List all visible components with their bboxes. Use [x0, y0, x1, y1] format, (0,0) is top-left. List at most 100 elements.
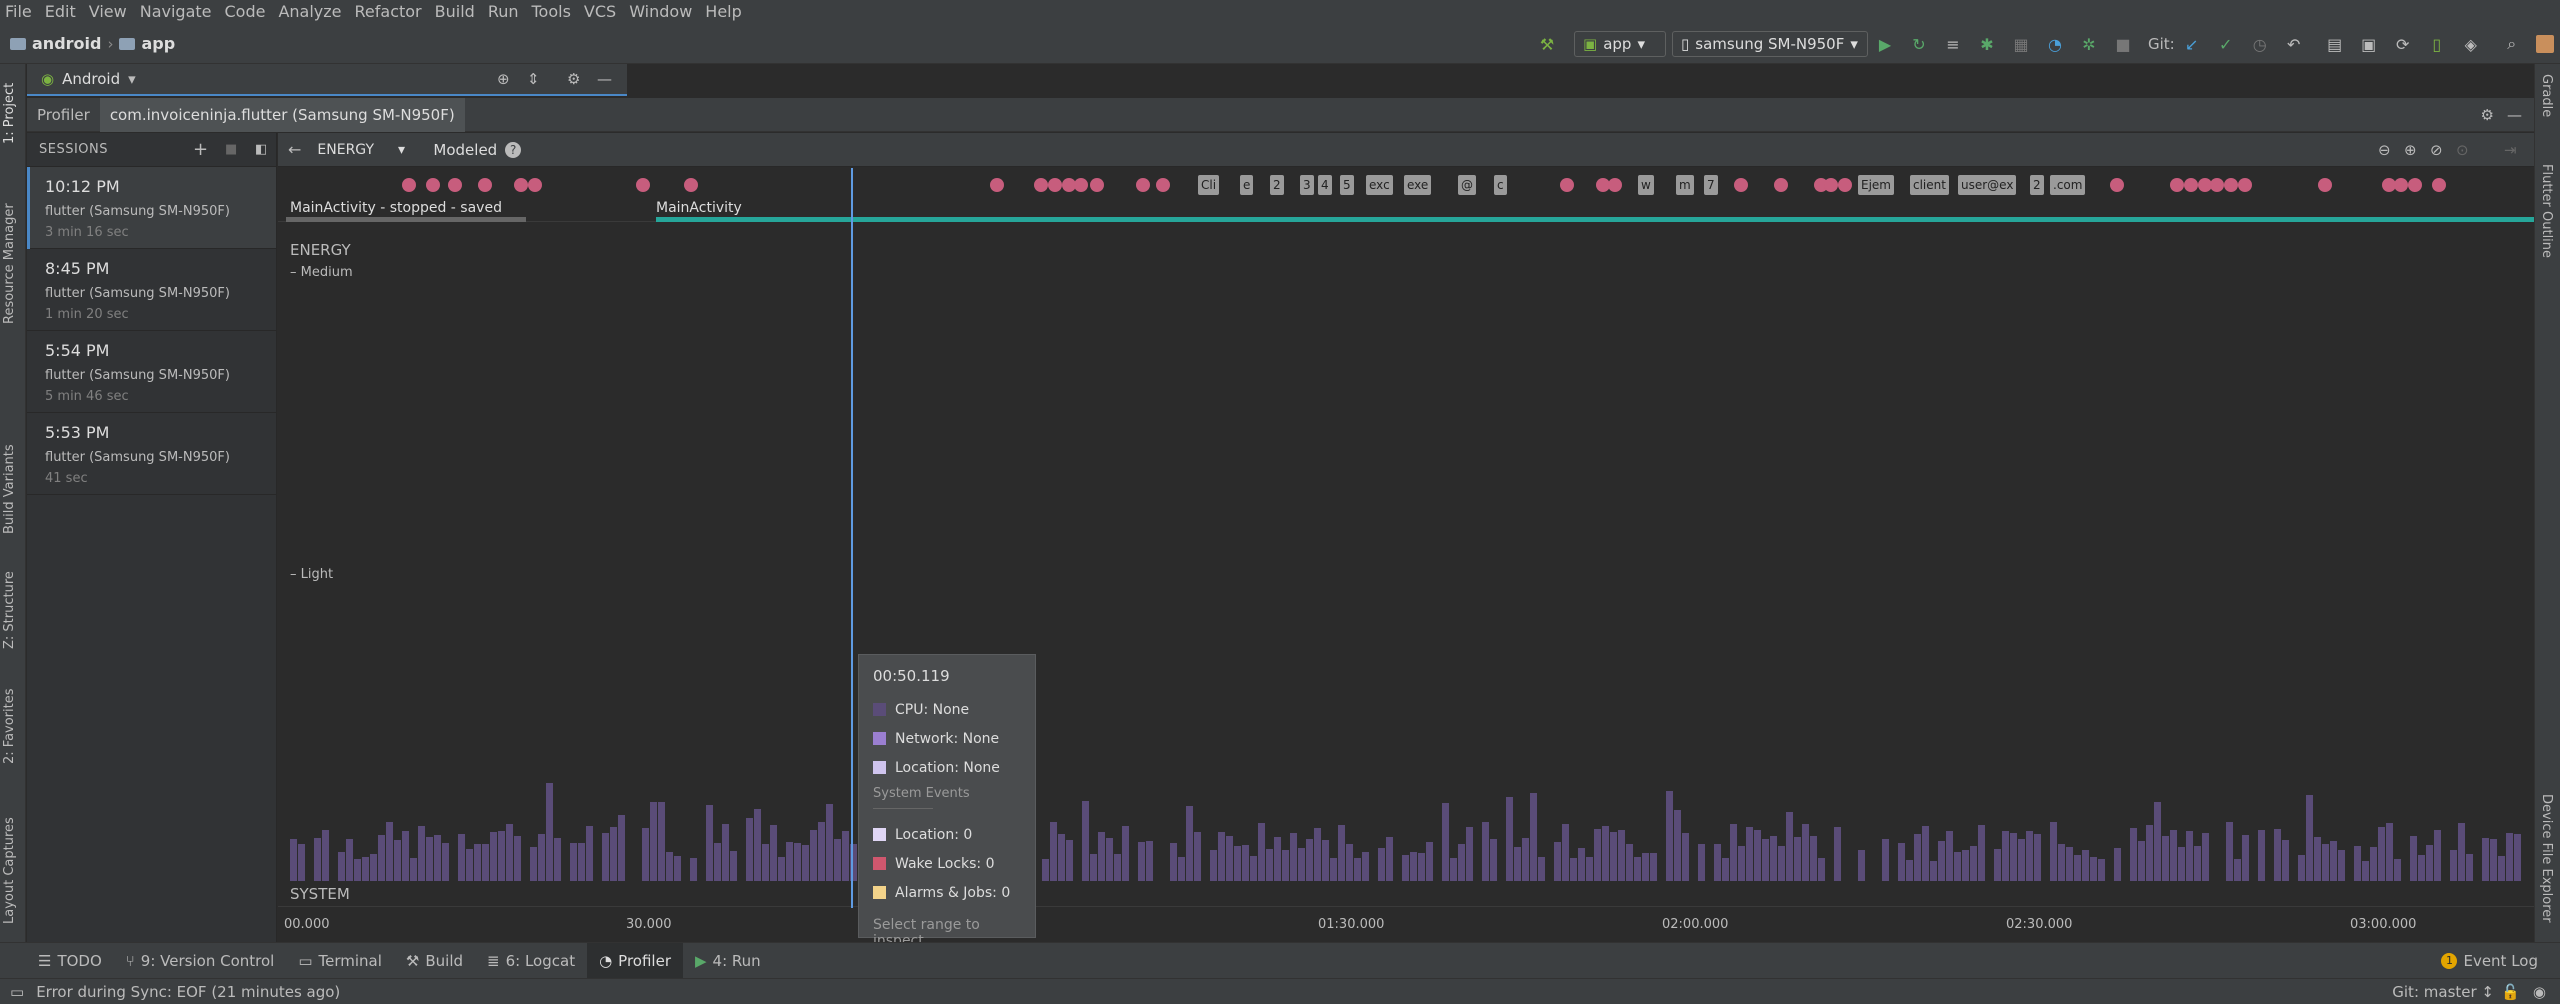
- collapse-all-icon[interactable]: ⇕: [527, 70, 540, 88]
- tool-tab-device-file-explorer[interactable]: Device File Explorer: [2539, 794, 2554, 923]
- session-item[interactable]: 8:45 PM flutter (Samsung SM-N950F) 1 min…: [27, 249, 276, 331]
- tool-tab-layout-captures[interactable]: Layout Captures: [2, 814, 17, 924]
- menu-help[interactable]: Help: [700, 0, 746, 24]
- menu-vcs[interactable]: VCS: [579, 0, 621, 24]
- level-light-label: – Light: [290, 567, 334, 582]
- rollback-icon[interactable]: ↶: [2284, 34, 2304, 54]
- timeline-cursor[interactable]: [851, 168, 853, 908]
- tool-tab-gradle[interactable]: Gradle: [2539, 74, 2554, 117]
- tool-tab-project[interactable]: 1: Project: [2, 74, 17, 144]
- add-session-icon[interactable]: +: [193, 139, 209, 160]
- session-item[interactable]: 5:53 PM flutter (Samsung SM-N950F) 41 se…: [27, 413, 276, 495]
- session-item[interactable]: 5:54 PM flutter (Samsung SM-N950F) 5 min…: [27, 331, 276, 413]
- tool-tab-resource-manager[interactable]: Resource Manager: [2, 184, 17, 324]
- toggle-panel-icon[interactable]: ◧: [255, 142, 268, 157]
- minimize-icon[interactable]: —: [597, 70, 612, 88]
- status-message[interactable]: Error during Sync: EOF (21 minutes ago): [36, 983, 340, 1001]
- tool-tab-flutter-outline[interactable]: Flutter Outline: [2539, 164, 2554, 258]
- minimize-icon[interactable]: —: [2507, 106, 2522, 124]
- session-item[interactable]: 10:12 PM flutter (Samsung SM-N950F) 3 mi…: [27, 167, 276, 249]
- tab-process[interactable]: com.invoiceninja.flutter (Samsung SM-N95…: [99, 97, 465, 132]
- menu-edit[interactable]: Edit: [40, 0, 81, 24]
- gear-icon[interactable]: ⚙: [567, 70, 580, 88]
- pause-icon[interactable]: ⊙: [2456, 141, 2469, 159]
- apply-changes-icon[interactable]: ↻: [1909, 34, 1929, 54]
- menu-tools[interactable]: Tools: [527, 0, 576, 24]
- stop-session-icon[interactable]: ■: [225, 142, 238, 157]
- menu-build[interactable]: Build: [430, 0, 480, 24]
- tool-tab-version-control[interactable]: ⑂ 9: Version Control: [114, 943, 287, 979]
- energy-bar: [2370, 847, 2377, 881]
- search-icon[interactable]: ⌕: [2502, 34, 2522, 54]
- energy-bar: [2386, 823, 2393, 881]
- tool-tab-run[interactable]: ▶ 4: Run: [683, 943, 773, 979]
- git-update-icon[interactable]: ↙: [2182, 34, 2202, 54]
- chevron-down-icon[interactable]: ▾: [128, 70, 136, 88]
- avd-manager-icon[interactable]: ▯: [2427, 34, 2447, 54]
- sync-gradle-icon[interactable]: ⟳: [2393, 34, 2413, 54]
- menu-code[interactable]: Code: [220, 0, 271, 24]
- tool-tab-todo[interactable]: ☰ TODO: [26, 943, 114, 979]
- run-config-dropdown[interactable]: ▣ app ▾: [1574, 31, 1666, 57]
- reset-zoom-icon[interactable]: ⊘: [2430, 141, 2443, 159]
- tab-profiler[interactable]: Profiler: [27, 98, 100, 132]
- energy-bar: [1418, 853, 1425, 881]
- menu-file[interactable]: File: [0, 0, 37, 24]
- back-arrow-icon[interactable]: ←: [288, 140, 301, 159]
- device-dropdown[interactable]: ▯ samsung SM-N950F ▾: [1672, 31, 1868, 57]
- sdk-manager-icon[interactable]: ▣: [2359, 34, 2379, 54]
- tool-tab-build[interactable]: ⚒ Build: [394, 943, 475, 979]
- project-view-selector[interactable]: Android: [62, 70, 120, 88]
- layout-inspector-icon[interactable]: ◈: [2461, 34, 2481, 54]
- tool-tab-favorites[interactable]: 2: Favorites: [2, 684, 17, 764]
- avatar-icon[interactable]: [2535, 35, 2554, 53]
- profile-icon[interactable]: ◔: [2045, 34, 2065, 54]
- debug-icon[interactable]: ✱: [1977, 34, 1997, 54]
- lock-icon[interactable]: 🔓: [2501, 983, 2520, 1001]
- breadcrumb-project[interactable]: android: [32, 34, 101, 53]
- breadcrumb-module[interactable]: app: [141, 34, 175, 53]
- monitor-dropdown[interactable]: ENERGY ▾: [317, 142, 415, 158]
- git-branch-widget[interactable]: Git: master ↕: [2392, 983, 2494, 1001]
- coverage-icon[interactable]: ▦: [2011, 34, 2031, 54]
- apply-code-changes-icon[interactable]: ≡: [1943, 34, 1963, 54]
- zoom-out-icon[interactable]: ⊖: [2378, 141, 2391, 159]
- gear-icon[interactable]: ⚙: [2481, 106, 2494, 124]
- energy-bar: [2258, 830, 2265, 881]
- history-icon[interactable]: ◷: [2250, 34, 2270, 54]
- menu-window[interactable]: Window: [624, 0, 697, 24]
- menu-run[interactable]: Run: [483, 0, 524, 24]
- stop-icon[interactable]: ■: [2113, 34, 2133, 54]
- zoom-in-icon[interactable]: ⊕: [2404, 141, 2417, 159]
- menu-navigate[interactable]: Navigate: [135, 0, 217, 24]
- panel-toggle-icon[interactable]: ▭: [10, 983, 24, 1001]
- tool-tab-build-variants[interactable]: Build Variants: [2, 434, 17, 534]
- energy-bar: [810, 830, 817, 881]
- hammer-icon[interactable]: ⚒: [1537, 34, 1557, 54]
- terminal-icon: ▭: [298, 951, 313, 970]
- energy-bar: [2426, 845, 2433, 881]
- attach-debugger-icon[interactable]: ✲: [2079, 34, 2099, 54]
- energy-bar: [402, 831, 409, 881]
- locate-icon[interactable]: ⊕: [497, 70, 510, 88]
- menu-view[interactable]: View: [84, 0, 132, 24]
- run-icon[interactable]: ▶: [1875, 34, 1895, 54]
- menu-refactor[interactable]: Refactor: [350, 0, 427, 24]
- energy-bar: [834, 839, 841, 881]
- tool-tab-logcat[interactable]: ≣ 6: Logcat: [475, 943, 587, 979]
- energy-bar: [1722, 858, 1729, 881]
- menu-analyze[interactable]: Analyze: [273, 0, 346, 24]
- event-log-button[interactable]: 1 Event Log: [2441, 952, 2538, 970]
- inspector-icon[interactable]: ◉: [2533, 983, 2546, 1001]
- project-structure-icon[interactable]: ▤: [2325, 34, 2345, 54]
- tool-tab-structure[interactable]: Z: Structure: [2, 569, 17, 649]
- tool-tab-terminal[interactable]: ▭ Terminal: [286, 943, 394, 979]
- energy-bar: [1946, 831, 1953, 881]
- git-commit-icon[interactable]: ✓: [2216, 34, 2236, 54]
- energy-bar: [1442, 803, 1449, 881]
- session-duration: 41 sec: [45, 471, 88, 486]
- phone-icon: ▯: [1681, 35, 1690, 53]
- tool-tab-profiler[interactable]: ◔ Profiler: [587, 942, 683, 979]
- go-live-icon[interactable]: ⇥: [2504, 141, 2517, 159]
- help-icon[interactable]: ?: [505, 141, 522, 158]
